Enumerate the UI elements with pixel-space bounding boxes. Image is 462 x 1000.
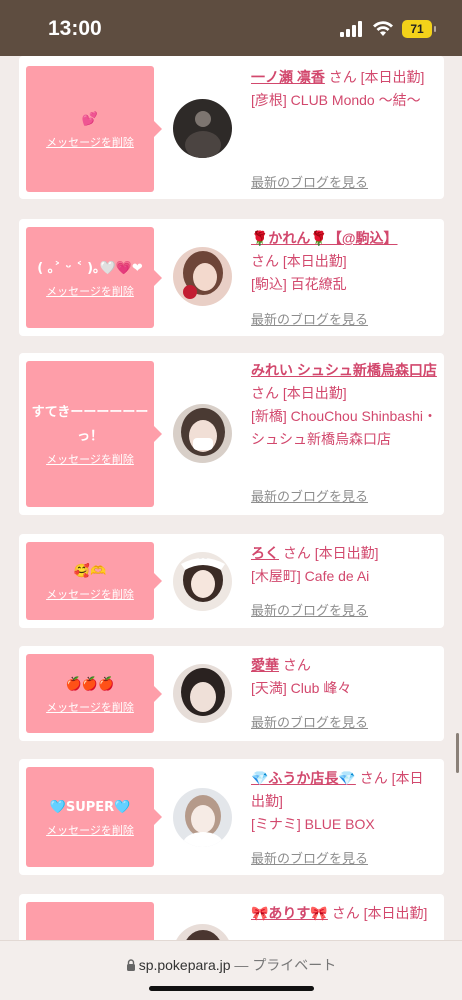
girl-info: 🎀ありす🎀 さん [本日出勤]	[251, 902, 437, 925]
honorific: さん	[282, 657, 311, 673]
delete-message-link[interactable]: メッセージを削除	[46, 699, 134, 715]
battery-icon: 71	[402, 20, 436, 38]
honorific: さん	[359, 770, 388, 786]
latest-blog-link[interactable]: 最新のブログを見る	[251, 848, 368, 867]
message-text: 🥰🫶	[73, 564, 107, 579]
home-indicator	[149, 986, 314, 991]
latest-blog-link[interactable]: 最新のブログを見る	[251, 172, 368, 191]
latest-blog-link[interactable]: 最新のブログを見る	[251, 486, 368, 505]
message-box: 🩵SUPER🩵 メッセージを削除	[26, 767, 162, 867]
url-text[interactable]: sp.pokepara.jp — プライベート	[0, 955, 462, 975]
private-mode-label: プライベート	[252, 957, 337, 973]
girl-name-link[interactable]: ろく	[251, 545, 279, 561]
latest-blog-link[interactable]: 最新のブログを見る	[251, 309, 368, 328]
honorific: さん	[328, 69, 357, 85]
message-box: 💕 メッセージを削除	[26, 66, 162, 192]
message-box: ( ｡˃ ᵕ ˂ )｡🤍💗❤ メッセージを削除	[26, 227, 162, 328]
shop-name: [駒込] 百花繚乱	[251, 276, 347, 292]
avatar[interactable]	[173, 99, 232, 158]
today-status: [本日出勤]	[363, 905, 428, 921]
message-text: 💕	[81, 112, 99, 127]
shop-name: [彦根] CLUB Mondo 〜結〜	[251, 92, 421, 108]
girl-name-link[interactable]: 🎀ありす🎀	[251, 905, 328, 921]
avatar[interactable]	[173, 404, 232, 463]
today-status: [本日出勤]	[360, 69, 425, 85]
delete-message-link[interactable]: メッセージを削除	[46, 822, 134, 838]
message-list: 💕 メッセージを削除 一ノ瀬 凛香 さん [本日出勤] [彦根] CLUB Mo…	[0, 56, 462, 1000]
message-text: ( ｡˃ ᵕ ˂ )｡🤍💗❤	[37, 260, 143, 276]
honorific: さん	[282, 545, 311, 561]
today-status: [本日出勤]	[314, 545, 379, 561]
girl-info: 🌹かれん🌹【@駒込】 さん [本日出勤] [駒込] 百花繚乱	[251, 227, 437, 296]
message-card: 🍎🍎🍎 メッセージを削除 愛華 さん [天満] Club 峰々 最新のブログを見…	[19, 646, 444, 741]
message-card: 💕 メッセージを削除 一ノ瀬 凛香 さん [本日出勤] [彦根] CLUB Mo…	[19, 56, 444, 199]
shop-name: [木屋町] Cafe de Ai	[251, 568, 370, 584]
wifi-icon	[373, 21, 393, 36]
url-bar[interactable]: sp.pokepara.jp — プライベート	[0, 940, 462, 1000]
message-box: 🥰🫶 メッセージを削除	[26, 542, 162, 620]
latest-blog-link[interactable]: 最新のブログを見る	[251, 600, 368, 619]
avatar[interactable]	[173, 664, 232, 723]
delete-message-link[interactable]: メッセージを削除	[46, 586, 134, 602]
shop-name: [天満] Club 峰々	[251, 680, 352, 696]
girl-info: 一ノ瀬 凛香 さん [本日出勤] [彦根] CLUB Mondo 〜結〜	[251, 66, 437, 112]
message-card: すてきーーーーーーっ！ メッセージを削除 みれい シュシュ新橋烏森口店 さん […	[19, 353, 444, 515]
url-domain: sp.pokepara.jp	[138, 957, 231, 973]
signal-icon	[340, 21, 362, 37]
girl-name-link[interactable]: みれい シュシュ新橋烏森口店	[251, 362, 437, 378]
url-separator: —	[230, 957, 253, 973]
girl-name-link[interactable]: 💎ふうか店長💎	[251, 770, 356, 786]
avatar[interactable]	[173, 788, 232, 847]
girl-name-link[interactable]: 🌹かれん🌹【@駒込】	[251, 230, 398, 246]
shop-name: [ミナミ] BLUE BOX	[251, 816, 375, 832]
girl-info: 愛華 さん [天満] Club 峰々	[251, 654, 437, 700]
message-card: 🩵SUPER🩵 メッセージを削除 💎ふうか店長💎 さん [本日出勤] [ミナミ]…	[19, 759, 444, 875]
message-card: ( ｡˃ ᵕ ˂ )｡🤍💗❤ メッセージを削除 🌹かれん🌹【@駒込】 さん [本…	[19, 219, 444, 336]
girl-info: 💎ふうか店長💎 さん [本日出勤] [ミナミ] BLUE BOX	[251, 767, 437, 836]
today-status: [本日出勤]	[282, 253, 347, 269]
message-text: 🩵SUPER🩵	[49, 800, 131, 815]
status-bar: 13:00 71	[0, 0, 462, 56]
message-box: 🍎🍎🍎 メッセージを削除	[26, 654, 162, 733]
scrollbar[interactable]	[456, 733, 459, 773]
girl-name-link[interactable]: 愛華	[251, 657, 279, 673]
message-card: 🥰🫶 メッセージを削除 ろく さん [本日出勤] [木屋町] Cafe de A…	[19, 534, 444, 628]
honorific: さん	[251, 253, 279, 269]
message-box: すてきーーーーーーっ！ メッセージを削除	[26, 361, 162, 507]
delete-message-link[interactable]: メッセージを削除	[46, 451, 134, 467]
lock-icon	[126, 959, 135, 971]
avatar[interactable]	[173, 247, 232, 306]
delete-message-link[interactable]: メッセージを削除	[46, 283, 134, 299]
message-text: すてきーーーーーーっ！	[31, 405, 149, 444]
honorific: さん	[331, 905, 360, 921]
delete-message-link[interactable]: メッセージを削除	[46, 134, 134, 150]
shop-name: [新橋] ChouChou Shinbashi・シュシュ新橋烏森口店	[251, 408, 437, 447]
honorific: さん	[251, 385, 279, 401]
girl-name-link[interactable]: 一ノ瀬 凛香	[251, 69, 325, 85]
status-time: 13:00	[48, 17, 102, 40]
today-status: [本日出勤]	[282, 385, 347, 401]
status-icons: 71	[340, 20, 436, 38]
girl-info: ろく さん [本日出勤] [木屋町] Cafe de Ai	[251, 542, 437, 588]
latest-blog-link[interactable]: 最新のブログを見る	[251, 712, 368, 731]
message-text: 🍎🍎🍎	[65, 676, 115, 692]
girl-info: みれい シュシュ新橋烏森口店 さん [本日出勤] [新橋] ChouChou S…	[251, 359, 437, 451]
avatar[interactable]	[173, 552, 232, 611]
